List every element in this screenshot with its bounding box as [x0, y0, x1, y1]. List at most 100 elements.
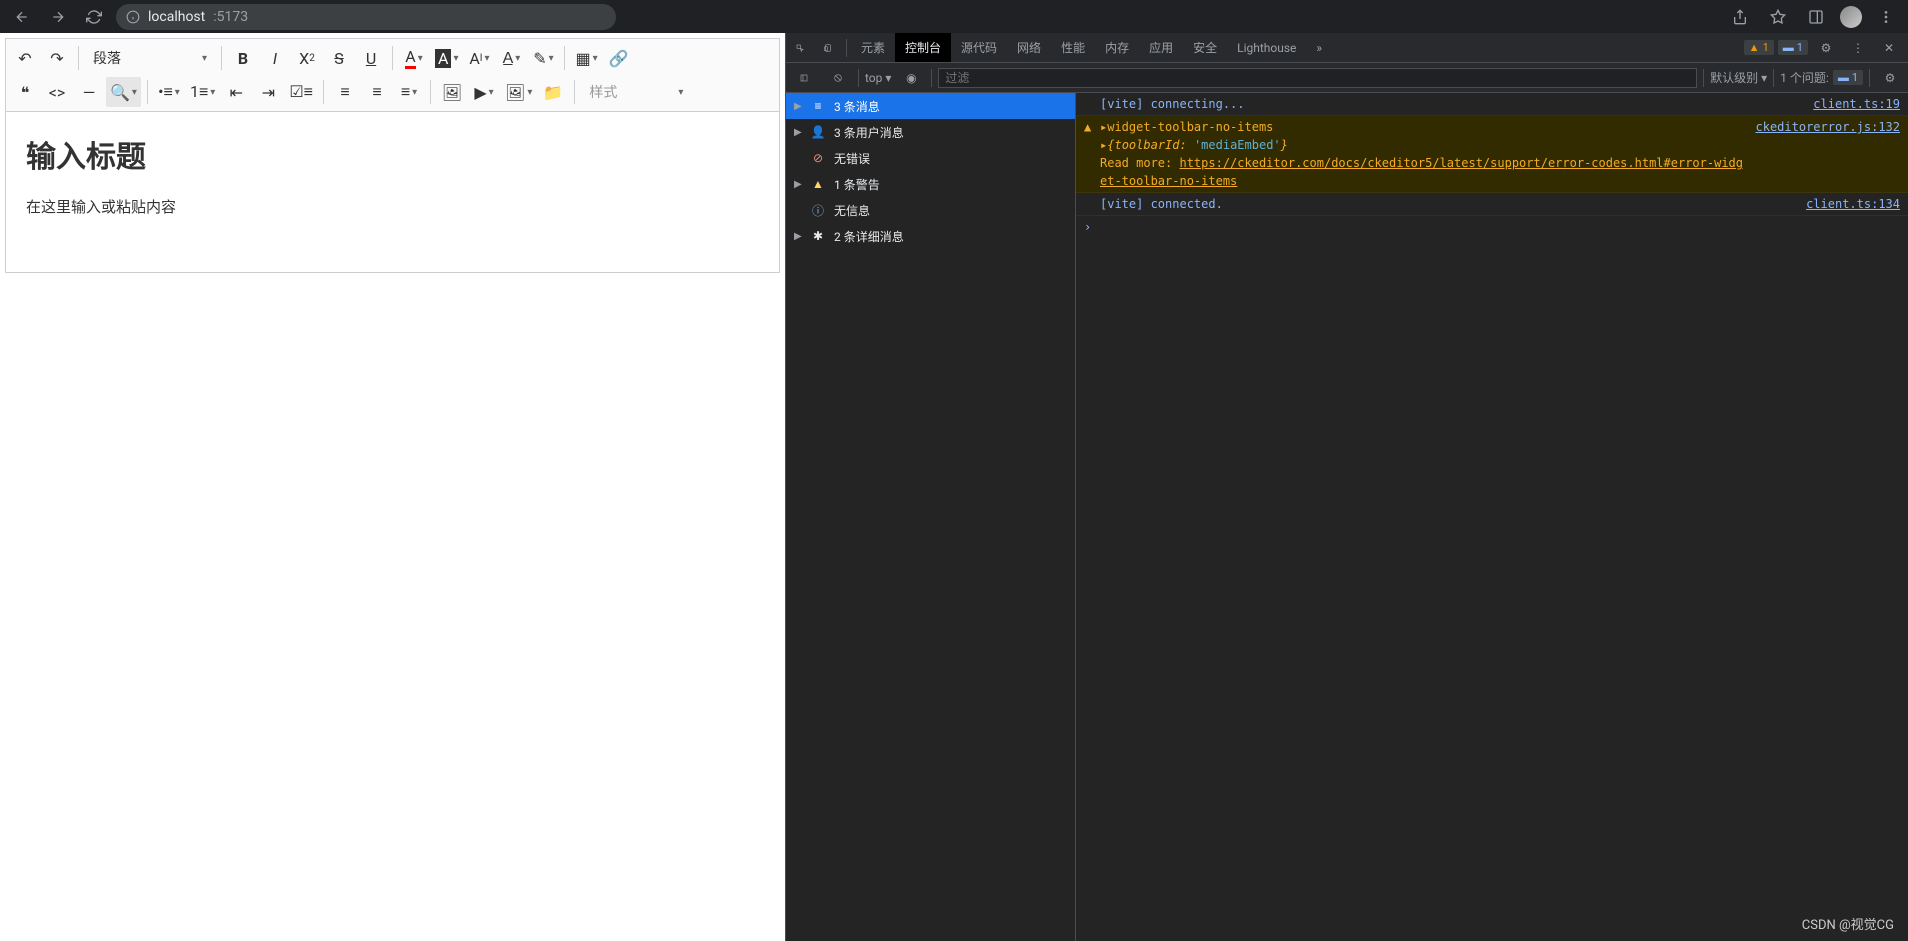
tab-performance[interactable]: 性能: [1051, 33, 1095, 62]
font-color-button[interactable]: A▾: [399, 43, 429, 73]
image-button[interactable]: 🖼: [437, 77, 467, 107]
strikethrough-button[interactable]: S: [324, 43, 354, 73]
indent-button[interactable]: ⇥: [253, 77, 283, 107]
code-button[interactable]: <>: [42, 77, 72, 107]
console-filter-bar: top ▾ ◉ 默认级别 ▾ 1 个问题: ▬1 ⚙: [786, 63, 1908, 93]
console-settings-button[interactable]: ⚙: [1876, 63, 1904, 92]
sidebar-errors[interactable]: ⊘无错误: [786, 145, 1075, 171]
font-size-button[interactable]: AI▾: [464, 43, 494, 73]
close-devtools-button[interactable]: ✕: [1876, 41, 1902, 55]
expand-arrow-icon: ▶: [794, 127, 802, 138]
settings-button[interactable]: ⚙: [1812, 41, 1840, 55]
separator: [221, 46, 222, 70]
filter-input[interactable]: [938, 68, 1697, 88]
log-level-selector[interactable]: 默认级别 ▾: [1710, 69, 1767, 86]
numbered-list-button[interactable]: 1≡▾: [186, 77, 219, 107]
tab-more[interactable]: »: [1306, 33, 1332, 62]
tab-lighthouse[interactable]: Lighthouse: [1227, 33, 1306, 62]
sidebar-messages[interactable]: ▶≡3 条消息: [786, 93, 1075, 119]
table-button[interactable]: ▦▾: [571, 43, 601, 73]
alignment-button[interactable]: ≡▾: [394, 77, 424, 107]
log-message: [vite] connecting...: [1100, 95, 1803, 113]
more-menu-button[interactable]: ⋮: [1844, 41, 1872, 55]
font-family-button[interactable]: A̲▾: [496, 43, 526, 73]
device-toggle-button[interactable]: [814, 33, 842, 62]
bg-color-button[interactable]: A▾: [431, 43, 462, 73]
redo-button[interactable]: ↷: [42, 43, 72, 73]
log-message: [vite] connected.: [1100, 195, 1796, 213]
profile-avatar[interactable]: [1840, 6, 1862, 28]
url-host: localhost: [148, 9, 205, 25]
chevron-down-icon: ▾: [549, 53, 554, 64]
log-source-link[interactable]: client.ts:19: [1803, 95, 1900, 113]
tab-console[interactable]: 控制台: [895, 33, 951, 62]
menu-button[interactable]: [1872, 3, 1900, 31]
chevron-down-icon: ▾: [453, 53, 458, 64]
media-button[interactable]: ▶▾: [469, 77, 499, 107]
share-button[interactable]: [1726, 3, 1754, 31]
link-button[interactable]: 🔗: [604, 43, 634, 73]
tab-security[interactable]: 安全: [1183, 33, 1227, 62]
heading-dropdown[interactable]: 段落▾: [85, 43, 215, 73]
page-content: ↶ ↷ 段落▾ B I X2 S U A▾ A▾ AI▾ A̲▾ ✎▾ ▦▾ 🔗: [0, 33, 785, 941]
style-dropdown[interactable]: 样式▾: [581, 77, 691, 107]
toggle-sidebar-button[interactable]: [790, 63, 818, 92]
subscript-button[interactable]: X2: [292, 43, 322, 73]
align-center-button[interactable]: ≡: [362, 77, 392, 107]
tab-sources[interactable]: 源代码: [951, 33, 1007, 62]
log-entry[interactable]: [vite] connecting... client.ts:19: [1076, 93, 1908, 116]
browser-toolbar: localhost:5173: [0, 0, 1908, 33]
hr-button[interactable]: ―: [74, 77, 104, 107]
align-left-button[interactable]: ≡: [330, 77, 360, 107]
editor-title-placeholder[interactable]: 输入标题: [26, 132, 759, 176]
devtools: 元素 控制台 源代码 网络 性能 内存 应用 安全 Lighthouse » ▲…: [785, 33, 1908, 941]
clear-console-button[interactable]: [824, 63, 852, 92]
context-selector[interactable]: top ▾: [865, 71, 891, 85]
image-insert-button[interactable]: 🖼▾: [501, 77, 536, 107]
undo-button[interactable]: ↶: [10, 43, 40, 73]
url-bar[interactable]: localhost:5173: [116, 4, 616, 30]
inspect-button[interactable]: [786, 33, 814, 62]
sidebar-verbose[interactable]: ▶✱2 条详细消息: [786, 223, 1075, 249]
log-entry-warning[interactable]: ▲ ▸widget-toolbar-no-items ▸{toolbarId: …: [1076, 116, 1908, 193]
chevron-down-icon: ▾: [418, 53, 423, 64]
issues-indicator[interactable]: 1 个问题: ▬1: [1780, 69, 1863, 86]
log-source-link[interactable]: ckeditorerror.js:132: [1746, 118, 1901, 190]
editor-body-placeholder[interactable]: 在这里输入或粘贴内容: [26, 196, 759, 217]
info-badge[interactable]: ▬1: [1778, 40, 1808, 55]
tab-elements[interactable]: 元素: [851, 33, 895, 62]
todo-list-button[interactable]: ☑≡: [285, 77, 317, 107]
chevron-down-icon: ▾: [412, 87, 417, 98]
console-prompt[interactable]: ›: [1076, 216, 1908, 238]
sidebar-warnings[interactable]: ▶▲1 条警告: [786, 171, 1075, 197]
editor-toolbar: ↶ ↷ 段落▾ B I X2 S U A▾ A▾ AI▾ A̲▾ ✎▾ ▦▾ 🔗: [6, 39, 779, 112]
live-expression-button[interactable]: ◉: [897, 63, 925, 92]
warning-icon: ▲: [810, 177, 826, 191]
tab-memory[interactable]: 内存: [1095, 33, 1139, 62]
sidebar-user-messages[interactable]: ▶👤3 条用户消息: [786, 119, 1075, 145]
log-entry[interactable]: [vite] connected. client.ts:134: [1076, 193, 1908, 216]
file-browse-button[interactable]: 📁: [538, 77, 568, 107]
bold-button[interactable]: B: [228, 43, 258, 73]
log-source-link[interactable]: client.ts:134: [1796, 195, 1900, 213]
find-replace-button[interactable]: 🔍▾: [106, 77, 141, 107]
forward-button[interactable]: [44, 3, 72, 31]
bullet-list-button[interactable]: •≡▾: [154, 77, 184, 107]
error-docs-link[interactable]: https://ckeditor.com/docs/ckeditor5/late…: [1100, 156, 1743, 188]
reload-button[interactable]: [80, 3, 108, 31]
panel-button[interactable]: [1802, 3, 1830, 31]
outdent-button[interactable]: ⇤: [221, 77, 251, 107]
tab-application[interactable]: 应用: [1139, 33, 1183, 62]
underline-button[interactable]: U: [356, 43, 386, 73]
tab-network[interactable]: 网络: [1007, 33, 1051, 62]
blockquote-button[interactable]: ❝: [10, 77, 40, 107]
warnings-badge[interactable]: ▲1: [1744, 40, 1774, 55]
bookmark-button[interactable]: [1764, 3, 1792, 31]
editor-content-area[interactable]: 输入标题 在这里输入或粘贴内容: [6, 112, 779, 272]
separator: [323, 80, 324, 104]
highlight-button[interactable]: ✎▾: [528, 43, 558, 73]
separator: [78, 46, 79, 70]
italic-button[interactable]: I: [260, 43, 290, 73]
back-button[interactable]: [8, 3, 36, 31]
sidebar-info[interactable]: ⓘ无信息: [786, 197, 1075, 223]
